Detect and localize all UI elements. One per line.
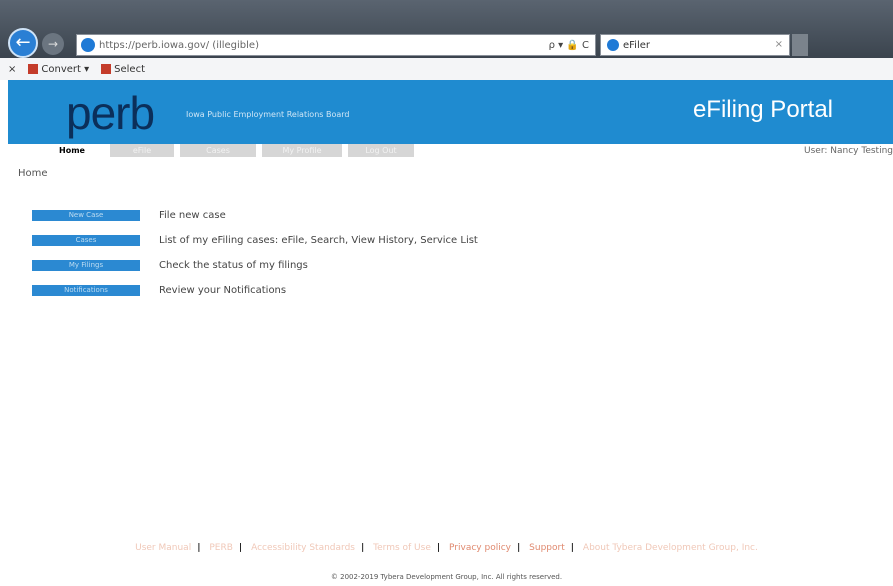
select-icon (101, 63, 112, 74)
action-row: Cases List of my eFiling cases: eFile, S… (32, 228, 478, 253)
footer-separator: | (570, 543, 575, 553)
close-icon[interactable]: × (8, 64, 16, 75)
action-row: New Case File new case (32, 203, 478, 228)
footer-separator: | (360, 543, 365, 553)
browser-tab[interactable]: eFiler × (600, 34, 790, 56)
footer-link-about[interactable]: About Tybera Development Group, Inc. (583, 543, 758, 553)
select-button[interactable]: Select (101, 63, 145, 75)
action-description: List of my eFiling cases: eFile, Search,… (159, 235, 478, 246)
convert-menu[interactable]: Convert ▾ (28, 63, 89, 75)
close-tab-icon[interactable]: × (775, 39, 783, 50)
tab-cases[interactable]: Cases (180, 144, 256, 157)
footer-separator: | (516, 543, 521, 553)
new-case-button[interactable]: New Case (32, 210, 140, 221)
action-description: Check the status of my filings (159, 260, 308, 271)
action-description: Review your Notifications (159, 285, 287, 296)
current-user: User: Nancy Testing (804, 146, 893, 156)
footer-separator: | (436, 543, 441, 553)
action-row: Notifications Review your Notifications (32, 278, 478, 303)
perb-logo[interactable]: perb (66, 86, 155, 140)
address-bar[interactable]: https://perb.iowa.gov/ (illegible) ρ ▾ 🔒… (76, 34, 596, 56)
action-row: My Filings Check the status of my filing… (32, 253, 478, 278)
footer-separator: | (197, 543, 201, 553)
my-filings-button[interactable]: My Filings (32, 260, 140, 271)
notifications-button[interactable]: Notifications (32, 285, 140, 296)
footer-separator: | (238, 543, 243, 553)
ie-tab-icon (607, 39, 619, 51)
forward-arrow-icon[interactable]: → (42, 33, 64, 55)
portal-title: eFiling Portal (692, 96, 833, 123)
copyright: © 2002-2019 Tybera Development Group, In… (330, 573, 563, 581)
tab-log-out[interactable]: Log Out (348, 144, 414, 157)
tab-my-profile[interactable]: My Profile (262, 144, 342, 157)
new-tab-button[interactable] (792, 34, 808, 56)
tab-home[interactable]: Home (40, 144, 104, 157)
footer-link-user-manual[interactable]: User Manual (135, 543, 191, 553)
nav-tabs: Home eFile Cases My Profile Log Out (40, 144, 414, 157)
footer-links: User Manual | PERB | Accessibility Standar… (0, 543, 893, 553)
back-arrow-icon[interactable]: ← (8, 28, 38, 58)
action-description: File new case (159, 210, 226, 221)
action-list: New Case File new case Cases List of my … (32, 203, 478, 303)
command-bar: × Convert ▾ Select (0, 58, 893, 80)
footer-link-terms[interactable]: Terms of Use (373, 543, 431, 553)
pdf-icon (28, 63, 39, 74)
breadcrumb: Home (18, 168, 48, 179)
cases-button[interactable]: Cases (32, 235, 140, 246)
footer-link-accessibility[interactable]: Accessibility Standards (251, 543, 355, 553)
site-tagline: Iowa Public Employment Relations Board (186, 110, 350, 119)
main-nav: Home eFile Cases My Profile Log Out User… (8, 144, 893, 158)
footer-link-support[interactable]: Support (529, 543, 565, 553)
footer-link-perb[interactable]: PERB (209, 543, 233, 553)
address-url[interactable]: https://perb.iowa.gov/ (illegible) (99, 40, 535, 51)
tab-efile[interactable]: eFile (110, 144, 174, 157)
address-controls[interactable]: ρ ▾ 🔒 C (535, 40, 595, 51)
ie-icon (81, 38, 95, 52)
tab-title: eFiler (623, 39, 650, 51)
browser-chrome: ← → https://perb.iowa.gov/ (illegible) ρ… (0, 0, 893, 80)
site-banner: perb Iowa Public Employment Relations Bo… (8, 80, 893, 144)
footer-link-privacy[interactable]: Privacy policy (449, 543, 511, 553)
